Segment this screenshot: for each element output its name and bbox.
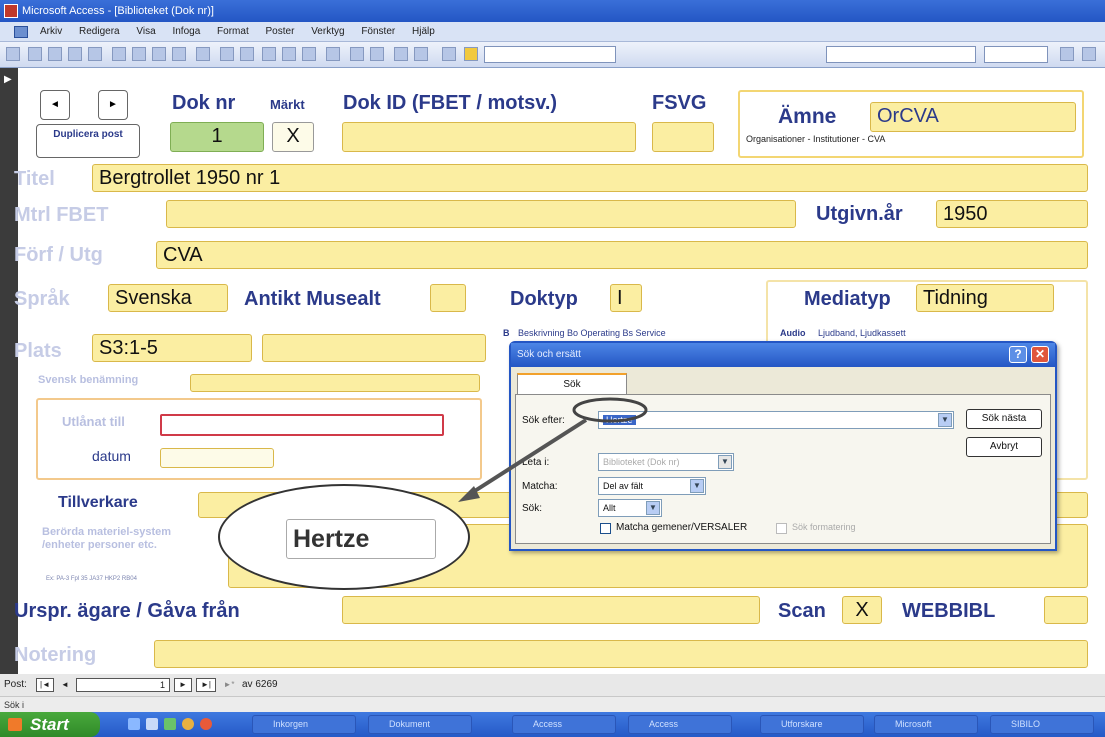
callout-line [468, 418, 588, 496]
highlight-ellipse [572, 397, 648, 423]
callout-arrow [458, 397, 648, 502]
callout-magnified-text: Hertze [286, 519, 436, 559]
